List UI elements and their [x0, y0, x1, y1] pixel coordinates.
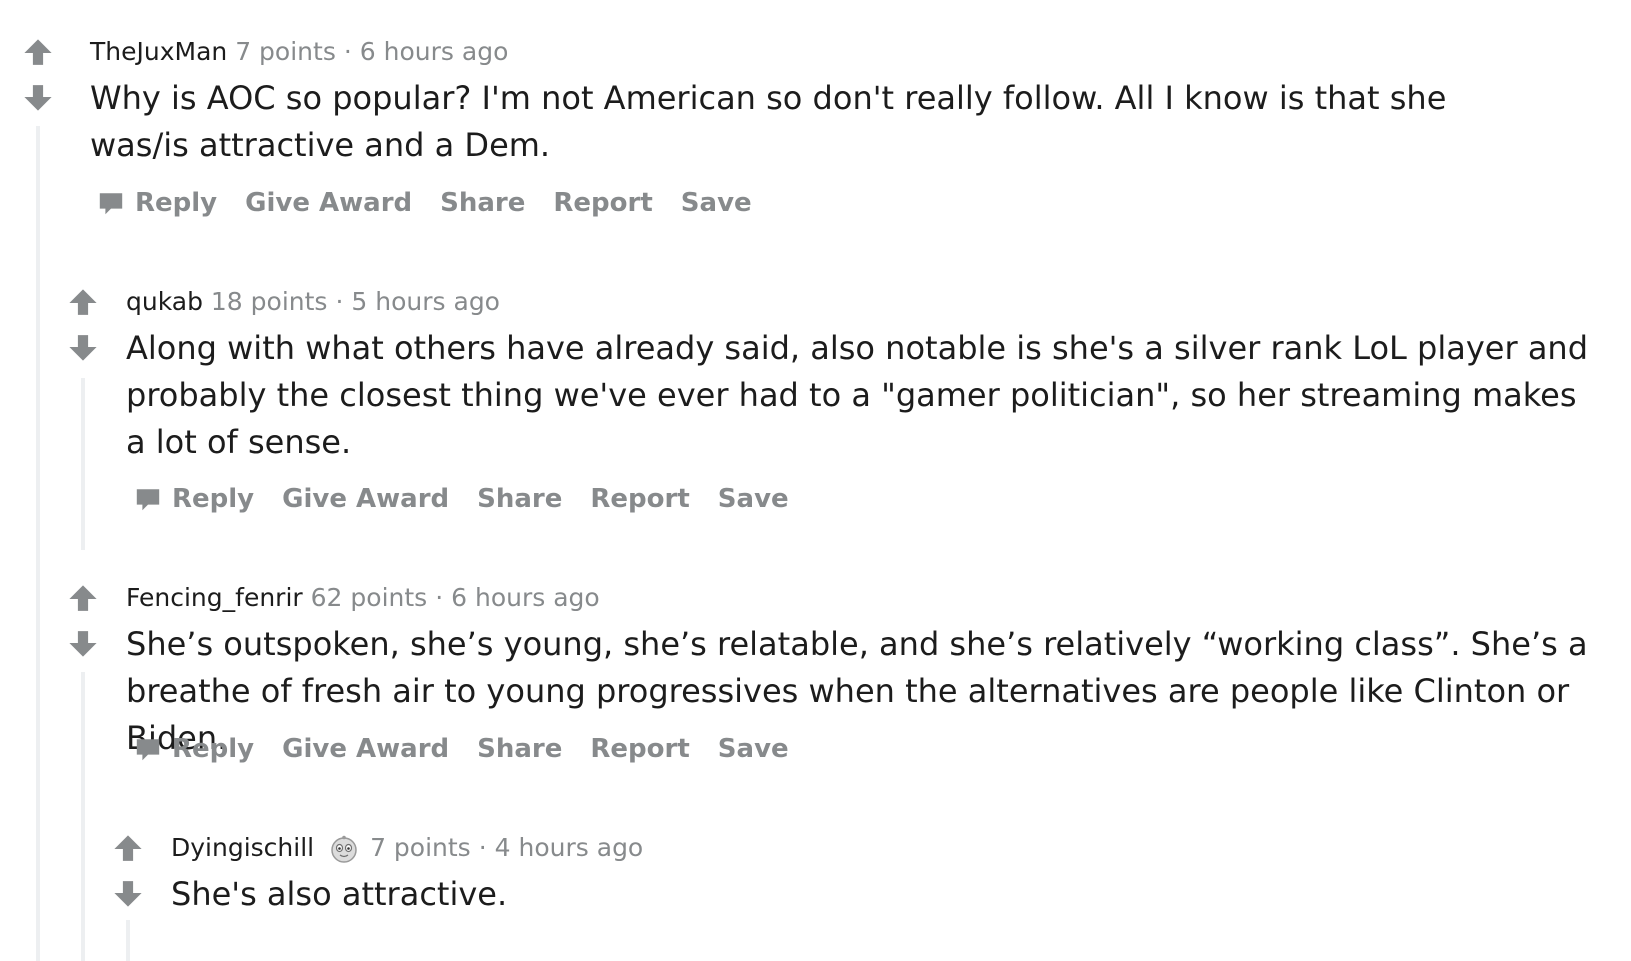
reply-label: Reply [172, 734, 255, 764]
comment-author[interactable]: TheJuxMan [90, 37, 227, 66]
comment-points: 62 points [310, 583, 428, 612]
comment-meta: Dyingischill 7 points · 4 hours ago [171, 831, 643, 865]
save-button[interactable]: Save [718, 734, 789, 764]
comment-meta: qukab 18 points · 5 hours ago [126, 285, 500, 319]
give-award-button[interactable]: Give Award [245, 188, 412, 218]
comment-meta: TheJuxMan 7 points · 6 hours ago [90, 35, 508, 69]
meta-separator: · [478, 833, 487, 862]
comment-actions: Reply Give Award Share Report Save [97, 188, 780, 218]
comment-meta: Fencing_fenrir 62 points · 6 hours ago [126, 581, 600, 615]
upvote-icon[interactable] [21, 36, 55, 70]
reply-button[interactable]: Reply [97, 188, 217, 218]
comment-bubble-icon [136, 489, 160, 511]
comment-actions: Reply Give Award Share Report Save [134, 734, 817, 764]
thread-line[interactable] [126, 920, 130, 961]
comment-timestamp[interactable]: 5 hours ago [351, 287, 500, 316]
thread-line[interactable] [36, 126, 40, 961]
comment-author[interactable]: qukab [126, 287, 203, 316]
downvote-icon[interactable] [21, 80, 55, 114]
report-button[interactable]: Report [553, 188, 652, 218]
downvote-icon[interactable] [66, 626, 100, 660]
save-button[interactable]: Save [718, 484, 789, 514]
save-button[interactable]: Save [681, 188, 752, 218]
upvote-icon[interactable] [66, 286, 100, 320]
comment-actions: Reply Give Award Share Report Save [134, 484, 817, 514]
thread-line[interactable] [81, 672, 85, 961]
comment-bubble-icon [136, 739, 160, 761]
reply-label: Reply [172, 484, 255, 514]
comment-points: 7 points [235, 37, 336, 66]
share-button[interactable]: Share [477, 734, 562, 764]
give-award-button[interactable]: Give Award [282, 734, 449, 764]
meta-separator: · [343, 37, 352, 66]
share-button[interactable]: Share [477, 484, 562, 514]
comment-bubble-icon [99, 193, 123, 215]
share-button[interactable]: Share [440, 188, 525, 218]
comment-points: 7 points [370, 833, 471, 862]
downvote-icon[interactable] [111, 876, 145, 910]
upvote-icon[interactable] [66, 582, 100, 616]
give-award-button[interactable]: Give Award [282, 484, 449, 514]
comment-author[interactable]: Dyingischill [171, 833, 314, 862]
comment-body: She's also attractive. [171, 875, 508, 913]
reply-button[interactable]: Reply [134, 734, 254, 764]
comment-timestamp[interactable]: 6 hours ago [451, 583, 600, 612]
comment-body: Along with what others have already said… [126, 329, 1589, 461]
comment-points: 18 points [210, 287, 328, 316]
upvote-icon[interactable] [111, 832, 145, 866]
meta-separator: · [435, 583, 444, 612]
thread-line[interactable] [81, 378, 85, 550]
report-button[interactable]: Report [590, 734, 689, 764]
comment-timestamp[interactable]: 6 hours ago [360, 37, 509, 66]
snoo-avatar-icon [331, 835, 357, 863]
reply-label: Reply [135, 188, 218, 218]
comment-body: Why is AOC so popular? I'm not American … [90, 79, 1447, 164]
downvote-icon[interactable] [66, 330, 100, 364]
reply-button[interactable]: Reply [134, 484, 254, 514]
meta-separator: · [335, 287, 344, 316]
report-button[interactable]: Report [590, 484, 689, 514]
comment-author[interactable]: Fencing_fenrir [126, 583, 303, 612]
comment-timestamp[interactable]: 4 hours ago [495, 833, 644, 862]
